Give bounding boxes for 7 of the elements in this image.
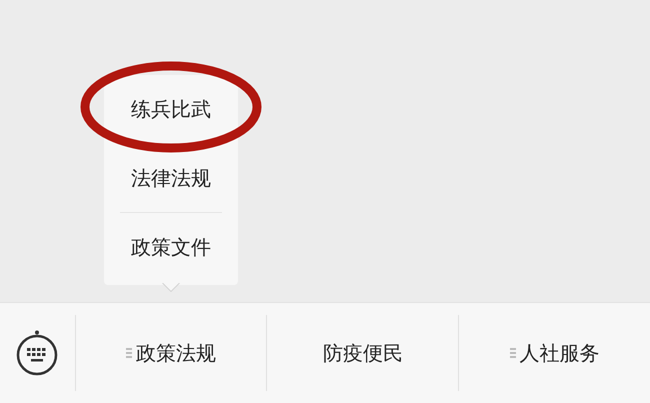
submenu-item[interactable]: 练兵比武: [120, 75, 222, 143]
menu-button[interactable]: 防疫便民: [314, 334, 411, 372]
submenu-item[interactable]: 政策文件: [120, 212, 222, 281]
menu-button[interactable]: 政策法规: [118, 334, 224, 372]
submenu-item[interactable]: 法律法规: [120, 143, 222, 212]
keyboard-icon[interactable]: [15, 330, 60, 376]
menu-button[interactable]: 人社服务: [502, 334, 608, 372]
